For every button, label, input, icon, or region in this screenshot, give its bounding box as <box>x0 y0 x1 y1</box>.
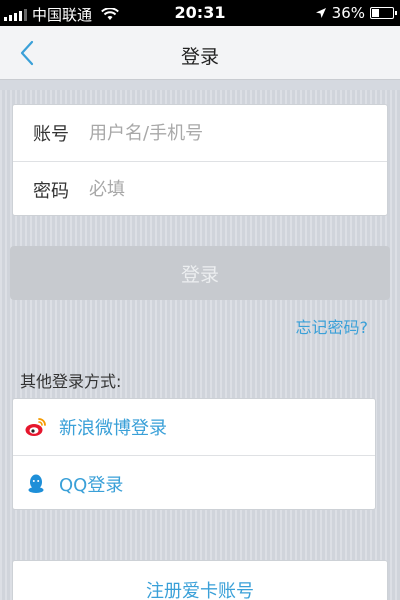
other-methods-label: 其他登录方式: <box>20 372 122 391</box>
qq-login-label: QQ登录 <box>59 474 124 496</box>
weibo-login-label: 新浪微博登录 <box>59 418 167 439</box>
other-login-methods: 新浪微博登录 QQ登录 <box>12 398 376 510</box>
account-label: 账号 <box>33 124 69 145</box>
qq-icon <box>13 474 59 494</box>
page-title: 登录 <box>180 46 219 68</box>
password-input[interactable] <box>89 169 387 210</box>
forgot-password-link[interactable]: 忘记密码? <box>296 314 369 338</box>
navigation-bar: 登录 <box>0 26 400 80</box>
battery-icon <box>370 7 397 19</box>
weibo-icon <box>13 417 59 437</box>
password-row: 密码 <box>13 161 387 217</box>
qq-login-row[interactable]: QQ登录 <box>13 455 375 511</box>
login-form: 账号 密码 <box>12 104 388 216</box>
account-row: 账号 <box>13 105 387 161</box>
status-right: 36% <box>315 4 397 22</box>
battery-fill <box>372 9 380 17</box>
password-label: 密码 <box>33 180 69 202</box>
account-input[interactable] <box>89 113 387 153</box>
register-button[interactable]: 注册爱卡账号 <box>12 560 388 600</box>
status-bar: 中国联通 20:31 36% <box>0 0 400 26</box>
location-arrow-icon <box>315 8 326 18</box>
login-button[interactable]: 登录 <box>10 246 390 300</box>
weibo-login-row[interactable]: 新浪微博登录 <box>13 399 375 455</box>
register-label: 注册爱卡账号 <box>146 581 254 600</box>
battery-percent: 36% <box>331 4 365 22</box>
